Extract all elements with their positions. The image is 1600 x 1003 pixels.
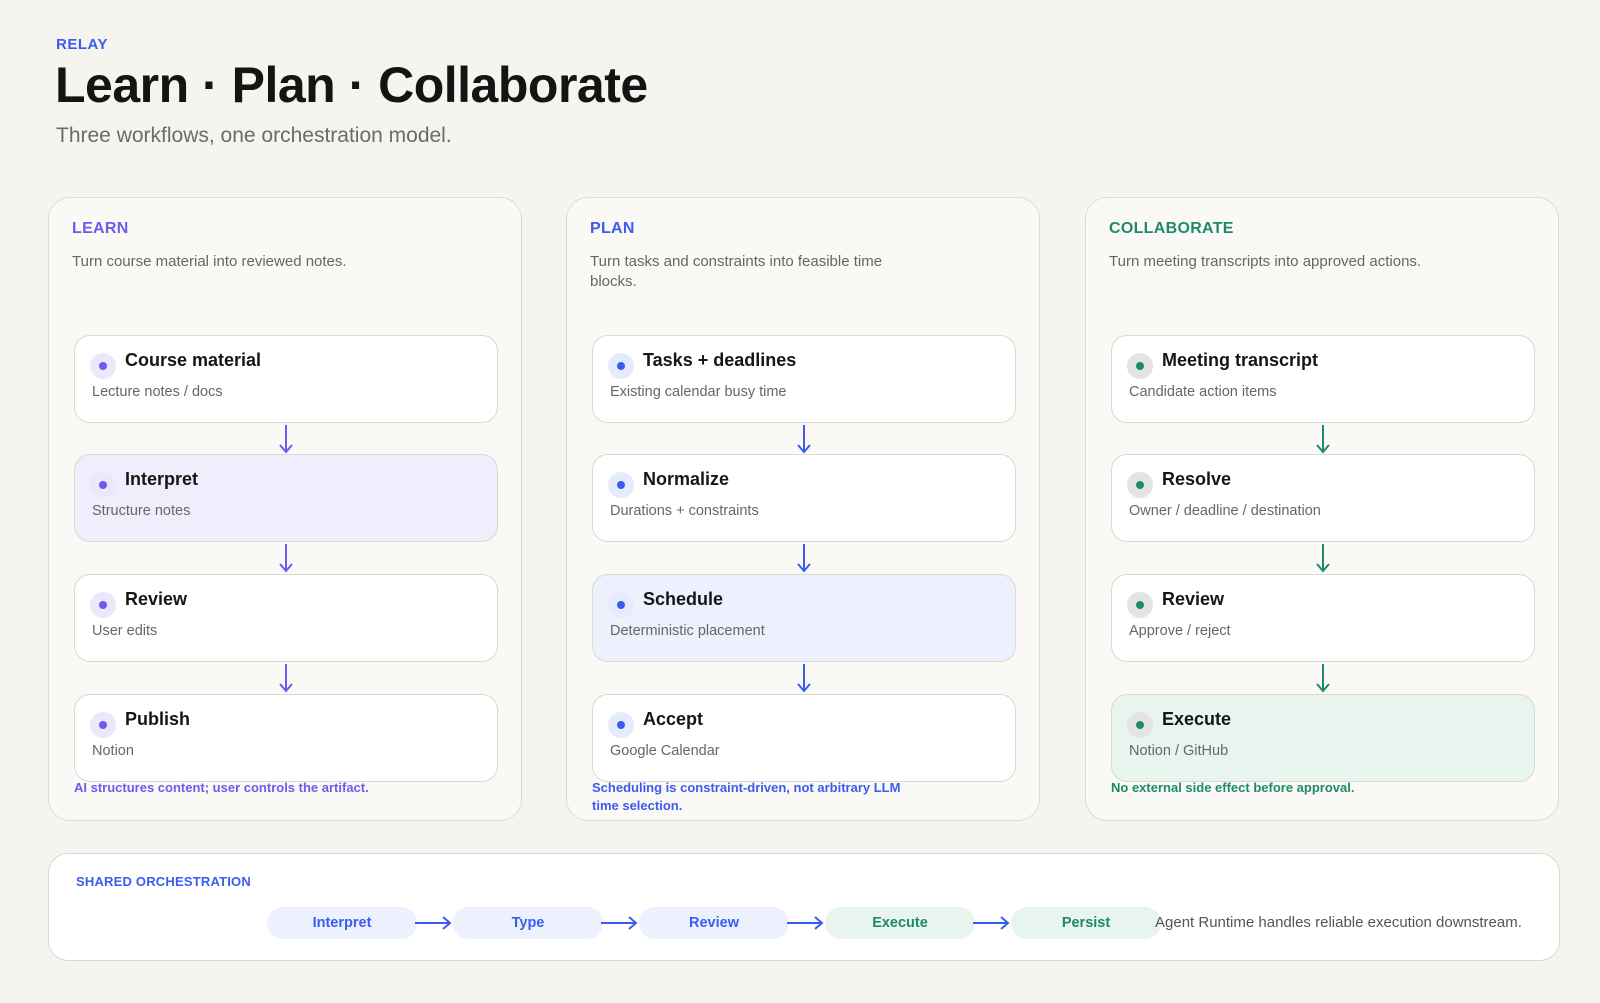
- pipeline-step-pill: Type: [453, 907, 603, 939]
- step-title: Tasks + deadlines: [643, 350, 797, 370]
- right-arrow-icon: [785, 914, 825, 932]
- step-title: Publish: [125, 709, 191, 729]
- step-subtitle: Durations + constraints: [610, 503, 759, 519]
- step-dot-icon: [608, 592, 634, 618]
- step-subtitle: Approve / reject: [1129, 623, 1231, 639]
- step-subtitle: Candidate action items: [1129, 384, 1277, 400]
- right-arrow-icon: [971, 914, 1011, 932]
- step-title: Review: [125, 589, 188, 609]
- step-title: Execute: [1162, 709, 1232, 729]
- shared-orchestration-panel: SHARED ORCHESTRATION Interpret Type Review…: [48, 853, 1560, 961]
- panel-label: PLAN: [590, 220, 635, 237]
- down-arrow-icon: [796, 423, 812, 455]
- step-title: Meeting transcript: [1162, 350, 1319, 370]
- pipeline-step-pill: Interpret: [267, 907, 417, 939]
- down-arrow-icon: [278, 542, 294, 574]
- step-title: Course material: [125, 350, 262, 370]
- step-dot-icon: [1127, 592, 1153, 618]
- down-arrow-icon: [1315, 662, 1331, 694]
- shared-orchestration-note: Agent Runtime handles reliable execution…: [1155, 914, 1522, 931]
- panel-collaborate: COLLABORATE Turn meeting transcripts into…: [1085, 197, 1559, 821]
- step-title: Schedule: [643, 589, 724, 609]
- panel-learn: LEARN Turn course material into reviewed …: [48, 197, 522, 821]
- step-dot-icon: [90, 472, 116, 498]
- step-card[interactable]: Accept Google Calendar: [592, 694, 1016, 782]
- step-title: Interpret: [125, 469, 199, 489]
- step-dot-icon: [90, 592, 116, 618]
- step-card[interactable]: Resolve Owner / deadline / destination: [1111, 454, 1535, 542]
- panel-description: Turn tasks and constraints into feasible…: [590, 253, 883, 290]
- panel-description: Turn meeting transcripts into approved a…: [1109, 253, 1422, 270]
- down-arrow-icon: [278, 662, 294, 694]
- step-subtitle: Notion: [92, 743, 134, 759]
- eyebrow: RELAY: [56, 36, 108, 53]
- step-card[interactable]: Meeting transcript Candidate action items: [1111, 335, 1535, 423]
- step-card[interactable]: Review Approve / reject: [1111, 574, 1535, 662]
- pipeline-step-pill: Execute: [825, 907, 975, 939]
- step-card[interactable]: Interpret Structure notes: [74, 454, 498, 542]
- step-subtitle: Owner / deadline / destination: [1129, 503, 1321, 519]
- step-subtitle: Existing calendar busy time: [610, 384, 787, 400]
- step-card[interactable]: Review User edits: [74, 574, 498, 662]
- panel-plan: PLAN Turn tasks and constraints into feas…: [566, 197, 1040, 821]
- step-dot-icon: [608, 353, 634, 379]
- step-dot-icon: [90, 353, 116, 379]
- panel-label: COLLABORATE: [1109, 220, 1234, 237]
- pipeline-step-pill: Review: [639, 907, 789, 939]
- step-subtitle: User edits: [92, 623, 158, 639]
- step-subtitle: Structure notes: [92, 503, 191, 519]
- step-card[interactable]: Execute Notion / GitHub: [1111, 694, 1535, 782]
- step-subtitle: Deterministic placement: [610, 623, 765, 639]
- step-card[interactable]: Publish Notion: [74, 694, 498, 782]
- step-card[interactable]: Tasks + deadlines Existing calendar busy …: [592, 335, 1016, 423]
- panel-label: LEARN: [72, 220, 129, 237]
- step-title: Normalize: [643, 469, 730, 489]
- step-card[interactable]: Schedule Deterministic placement: [592, 574, 1016, 662]
- right-arrow-icon: [599, 914, 639, 932]
- step-card[interactable]: Normalize Durations + constraints: [592, 454, 1016, 542]
- page-subtitle: Three workflows, one orchestration model…: [56, 124, 452, 147]
- step-dot-icon: [1127, 712, 1153, 738]
- step-title: Resolve: [1162, 469, 1232, 489]
- step-dot-icon: [608, 472, 634, 498]
- down-arrow-icon: [796, 662, 812, 694]
- step-subtitle: Google Calendar: [610, 743, 720, 759]
- panel-description: Turn course material into reviewed notes…: [72, 253, 347, 270]
- step-dot-icon: [90, 712, 116, 738]
- step-subtitle: Notion / GitHub: [1129, 743, 1229, 759]
- step-title: Review: [1162, 589, 1225, 609]
- down-arrow-icon: [796, 542, 812, 574]
- step-card[interactable]: Course material Lecture notes / docs: [74, 335, 498, 423]
- step-subtitle: Lecture notes / docs: [92, 384, 223, 400]
- panel-note: Scheduling is constraint-driven, not arb…: [592, 780, 901, 813]
- down-arrow-icon: [1315, 423, 1331, 455]
- step-title: Accept: [643, 709, 704, 729]
- step-dot-icon: [1127, 353, 1153, 379]
- right-arrow-icon: [413, 914, 453, 932]
- step-dot-icon: [1127, 472, 1153, 498]
- shared-orchestration-label: SHARED ORCHESTRATION: [76, 874, 251, 889]
- pipeline-step-pill: Persist: [1011, 907, 1161, 939]
- down-arrow-icon: [1315, 542, 1331, 574]
- down-arrow-icon: [278, 423, 294, 455]
- step-dot-icon: [608, 712, 634, 738]
- panel-note: No external side effect before approval.: [1111, 780, 1355, 795]
- panel-note: AI structures content; user controls the…: [74, 780, 369, 795]
- page-title: Learn · Plan · Collaborate: [55, 57, 648, 113]
